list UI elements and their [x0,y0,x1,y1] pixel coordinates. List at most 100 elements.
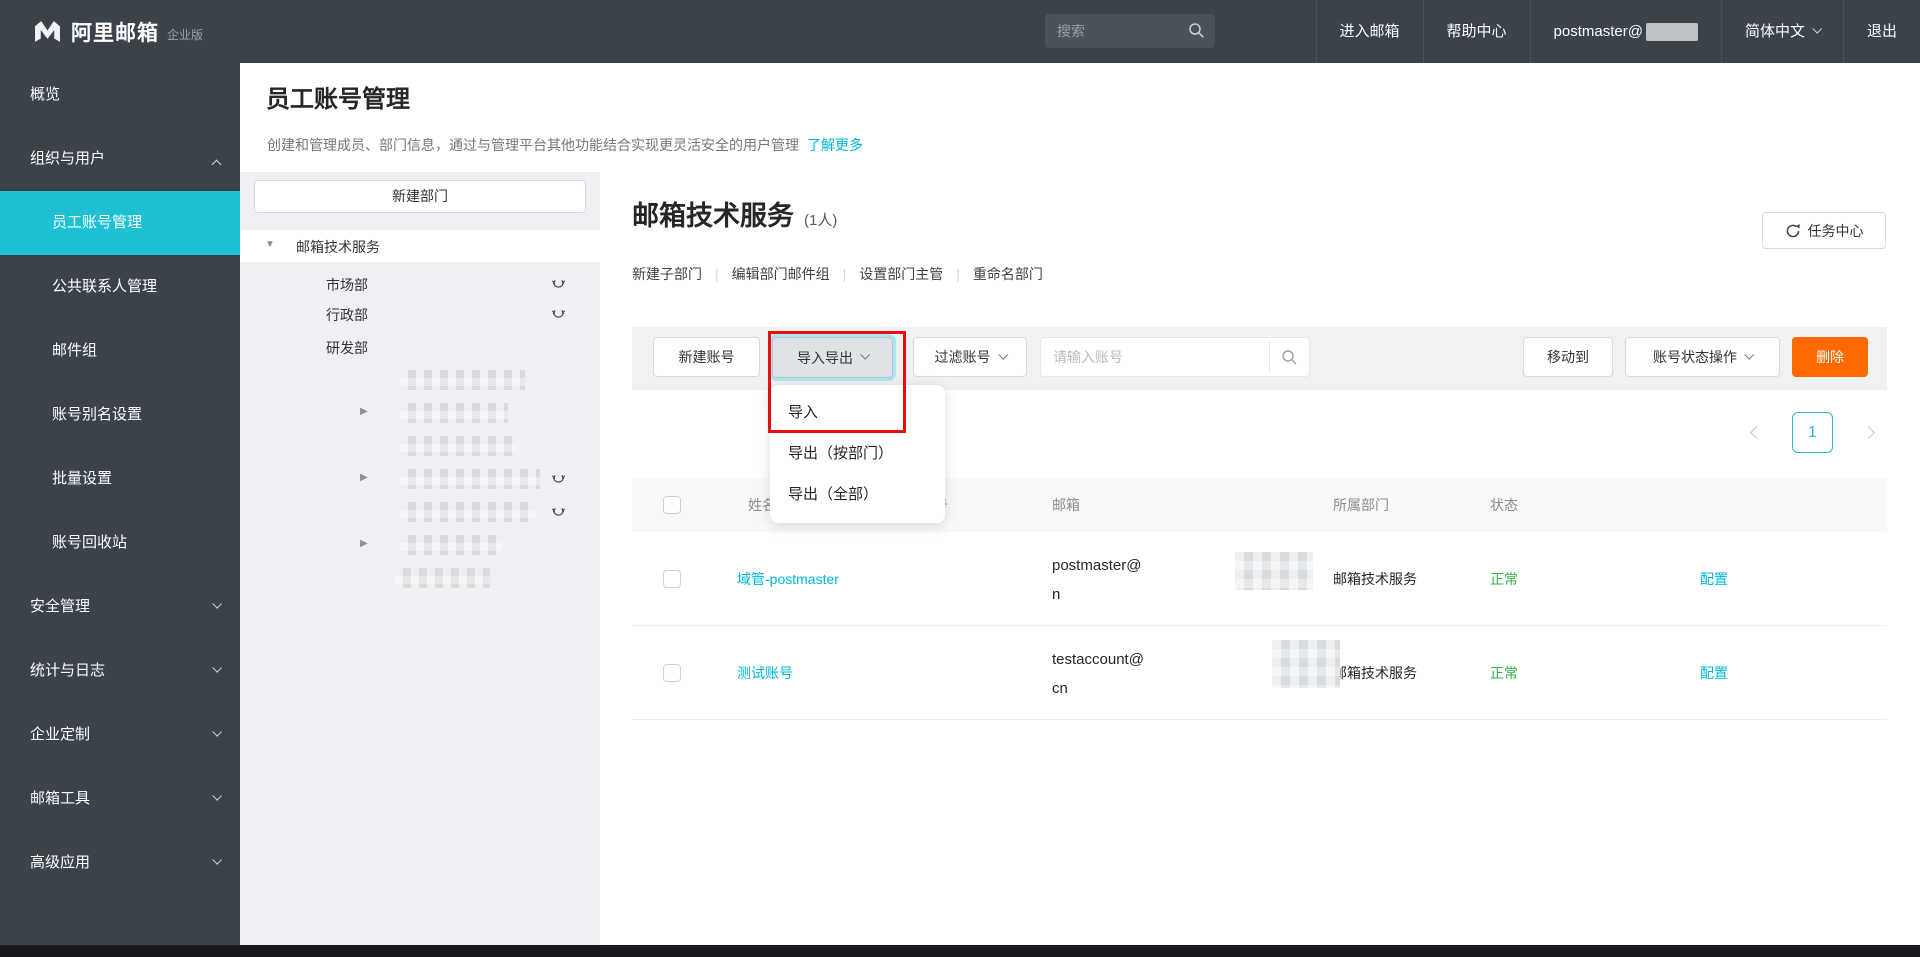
account-search-button[interactable] [1269,342,1309,372]
pagination-next-icon[interactable] [1862,426,1875,439]
chevron-down-icon [998,349,1008,359]
account-name-link[interactable]: 测试账号 [737,663,793,683]
tree-node-rnd[interactable]: 研发部 [240,331,600,363]
action-rename-dept[interactable]: 重命名部门 [973,264,1043,284]
menu-item-export-by-dept[interactable]: 导出（按部门） [770,433,945,474]
sidebar-item-account-recycle[interactable]: 账号回收站 [0,511,240,575]
caret-right-icon[interactable]: ▶ [360,472,368,483]
menu-item-export-all[interactable]: 导出（全部） [770,474,945,515]
redacted-dept-name [400,403,508,423]
sidebar-group-security[interactable]: 安全管理 [0,575,240,639]
new-department-button[interactable]: 新建部门 [254,180,586,213]
row-checkbox[interactable] [663,570,681,588]
tree-node-redacted[interactable] [240,364,600,396]
redacted-dept-name [400,535,502,555]
sidebar-item-batch-settings[interactable]: 批量设置 [0,447,240,511]
bottom-strip [0,945,1920,957]
sidebar-item-employee-accounts[interactable]: 员工账号管理 [0,191,240,255]
task-center-button[interactable]: 任务中心 [1762,212,1886,249]
tree-node-marketing[interactable]: 市场部 [240,268,600,300]
redacted-email-domain [1235,552,1313,590]
sidebar-item-alias-settings[interactable]: 账号别名设置 [0,383,240,447]
row-checkbox[interactable] [663,664,681,682]
tree-node-redacted[interactable] [240,562,600,594]
tree-node-root[interactable]: ▼ 邮箱技术服务 [240,230,600,262]
col-header-email: 邮箱 [1040,478,1320,532]
chevron-down-icon [1812,24,1822,34]
move-to-button[interactable]: 移动到 [1523,337,1613,377]
tree-node-redacted[interactable]: ▶ [240,463,600,495]
topbar-menu: 进入邮箱 帮助中心 postmaster@ 简体中文 退出 [1316,0,1920,63]
caret-right-icon[interactable]: ▶ [360,406,368,417]
account-department: 邮箱技术服务 [1320,626,1478,719]
sidebar-group-advanced[interactable]: 高级应用 [0,831,240,895]
pagination-page-1[interactable]: 1 [1792,412,1833,453]
language-menu[interactable]: 简体中文 [1721,0,1843,63]
sidebar-item-public-contacts[interactable]: 公共联系人管理 [0,255,240,319]
caret-right-icon[interactable]: ▶ [360,538,368,549]
action-new-subdept[interactable]: 新建子部门 [632,264,702,284]
account-status-ops-button[interactable]: 账号状态操作 [1625,337,1780,377]
department-tree-panel: 新建部门 ▼ 邮箱技术服务 市场部 行政部 研发部 ▶ ▶ [240,172,600,945]
sidebar-item-mail-groups[interactable]: 邮件组 [0,319,240,383]
page-description: 创建和管理成员、部门信息，通过与管理平台其他功能结合实现更灵活安全的用户管理了解… [267,135,863,155]
search-icon[interactable] [1188,22,1205,39]
chevron-up-icon [212,160,222,170]
select-all-checkbox[interactable] [663,496,681,514]
main-content: 邮箱技术服务(1人) 新建子部门| 编辑部门邮件组| 设置部门主管| 重命名部门… [600,172,1920,945]
filter-accounts-button[interactable]: 过滤账号 [913,337,1027,377]
tree-node-redacted[interactable]: ▶ [240,529,600,561]
topbar: 阿里邮箱 企业版 进入邮箱 帮助中心 postmaster@ 简体中文 退出 [0,0,1920,63]
new-account-button[interactable]: 新建账号 [653,337,760,377]
sidebar-group-enterprise-custom[interactable]: 企业定制 [0,703,240,767]
accounts-toolbar: 新建账号 导入导出 过滤账号 移动到 账号状态操作 删除 [632,327,1887,390]
tree-node-redacted[interactable] [240,430,600,462]
search-icon [1281,349,1298,366]
redacted-account-domain [1646,23,1698,41]
configure-link[interactable]: 配置 [1700,569,1728,589]
chevron-down-icon [212,727,222,737]
sidebar-item-overview[interactable]: 概览 [0,63,240,127]
configure-link[interactable]: 配置 [1700,663,1728,683]
brand-edition: 企业版 [167,26,203,43]
brand-logo: 阿里邮箱 企业版 [34,0,203,63]
sidebar-group-mail-tools[interactable]: 邮箱工具 [0,767,240,831]
action-edit-dept-mailgroup[interactable]: 编辑部门邮件组 [732,264,830,284]
dept-mail-group-icon [550,474,567,485]
account-search-box [1040,337,1310,377]
account-email: postmaster@ n [1040,532,1320,625]
chevron-down-icon [212,855,222,865]
delete-button[interactable]: 删除 [1792,337,1868,377]
tree-node-admin[interactable]: 行政部 [240,298,600,330]
chevron-down-icon [212,599,222,609]
enter-mailbox-link[interactable]: 进入邮箱 [1316,0,1423,63]
menu-item-import[interactable]: 导入 [770,392,945,433]
tree-node-redacted[interactable] [240,496,600,528]
redacted-dept-name [400,502,535,522]
pagination-prev-icon[interactable] [1750,426,1763,439]
col-header-department: 所属部门 [1320,478,1478,532]
screen: 阿里邮箱 企业版 进入邮箱 帮助中心 postmaster@ 简体中文 退出 概… [0,0,1920,957]
logout-link[interactable]: 退出 [1843,0,1920,63]
account-menu[interactable]: postmaster@ [1530,0,1721,63]
caret-down-icon[interactable]: ▼ [265,239,275,250]
redacted-email-domain [1272,640,1340,688]
topbar-search-input[interactable] [1057,14,1167,48]
learn-more-link[interactable]: 了解更多 [807,137,863,153]
sidebar-group-stats-logs[interactable]: 统计与日志 [0,639,240,703]
account-search-input[interactable] [1053,338,1253,376]
account-name-link[interactable]: 域管-postmaster [737,569,839,589]
chevron-down-icon [212,791,222,801]
tree-node-redacted[interactable]: ▶ [240,397,600,429]
import-export-button[interactable]: 导入导出 [772,337,893,378]
help-center-link[interactable]: 帮助中心 [1423,0,1530,63]
dept-mail-group-icon [550,507,567,518]
page-title: 员工账号管理 [266,79,410,114]
department-actions: 新建子部门| 编辑部门邮件组| 设置部门主管| 重命名部门 [632,264,1043,284]
action-set-dept-manager[interactable]: 设置部门主管 [859,264,943,284]
chevron-down-icon [860,350,870,360]
redacted-dept-name [400,469,540,489]
topbar-search [1045,14,1215,48]
sidebar-group-org-users[interactable]: 组织与用户 [0,127,240,191]
brand-name: 阿里邮箱 [71,17,159,47]
